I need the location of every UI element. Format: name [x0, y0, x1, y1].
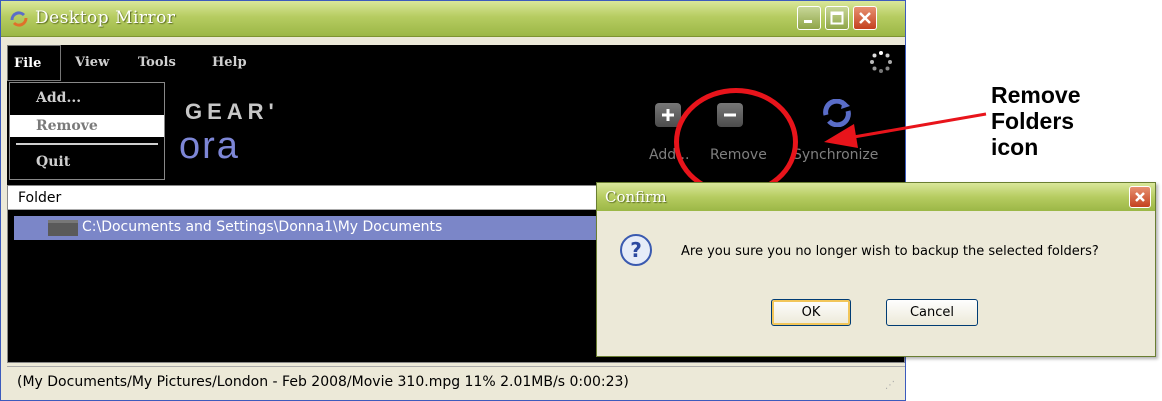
callout-line-3: icon: [991, 134, 1039, 160]
callout-line-2: Folders: [991, 108, 1075, 134]
confirm-dialog: Confirm ? Are you sure you no longer wis…: [596, 182, 1156, 357]
close-icon: [1135, 192, 1145, 202]
dialog-title-bar[interactable]: Confirm: [597, 183, 1155, 211]
dialog-message: Are you sure you no longer wish to backu…: [681, 244, 1099, 259]
callout-line-1: Remove: [991, 82, 1081, 108]
dialog-close-button[interactable]: [1129, 186, 1151, 208]
question-icon: ?: [620, 234, 652, 266]
ok-button[interactable]: OK: [771, 299, 851, 326]
dialog-title: Confirm: [605, 188, 667, 206]
callout-label: Remove Folders icon: [991, 82, 1080, 160]
svg-text:?: ?: [630, 238, 642, 262]
cancel-button[interactable]: Cancel: [886, 299, 978, 326]
